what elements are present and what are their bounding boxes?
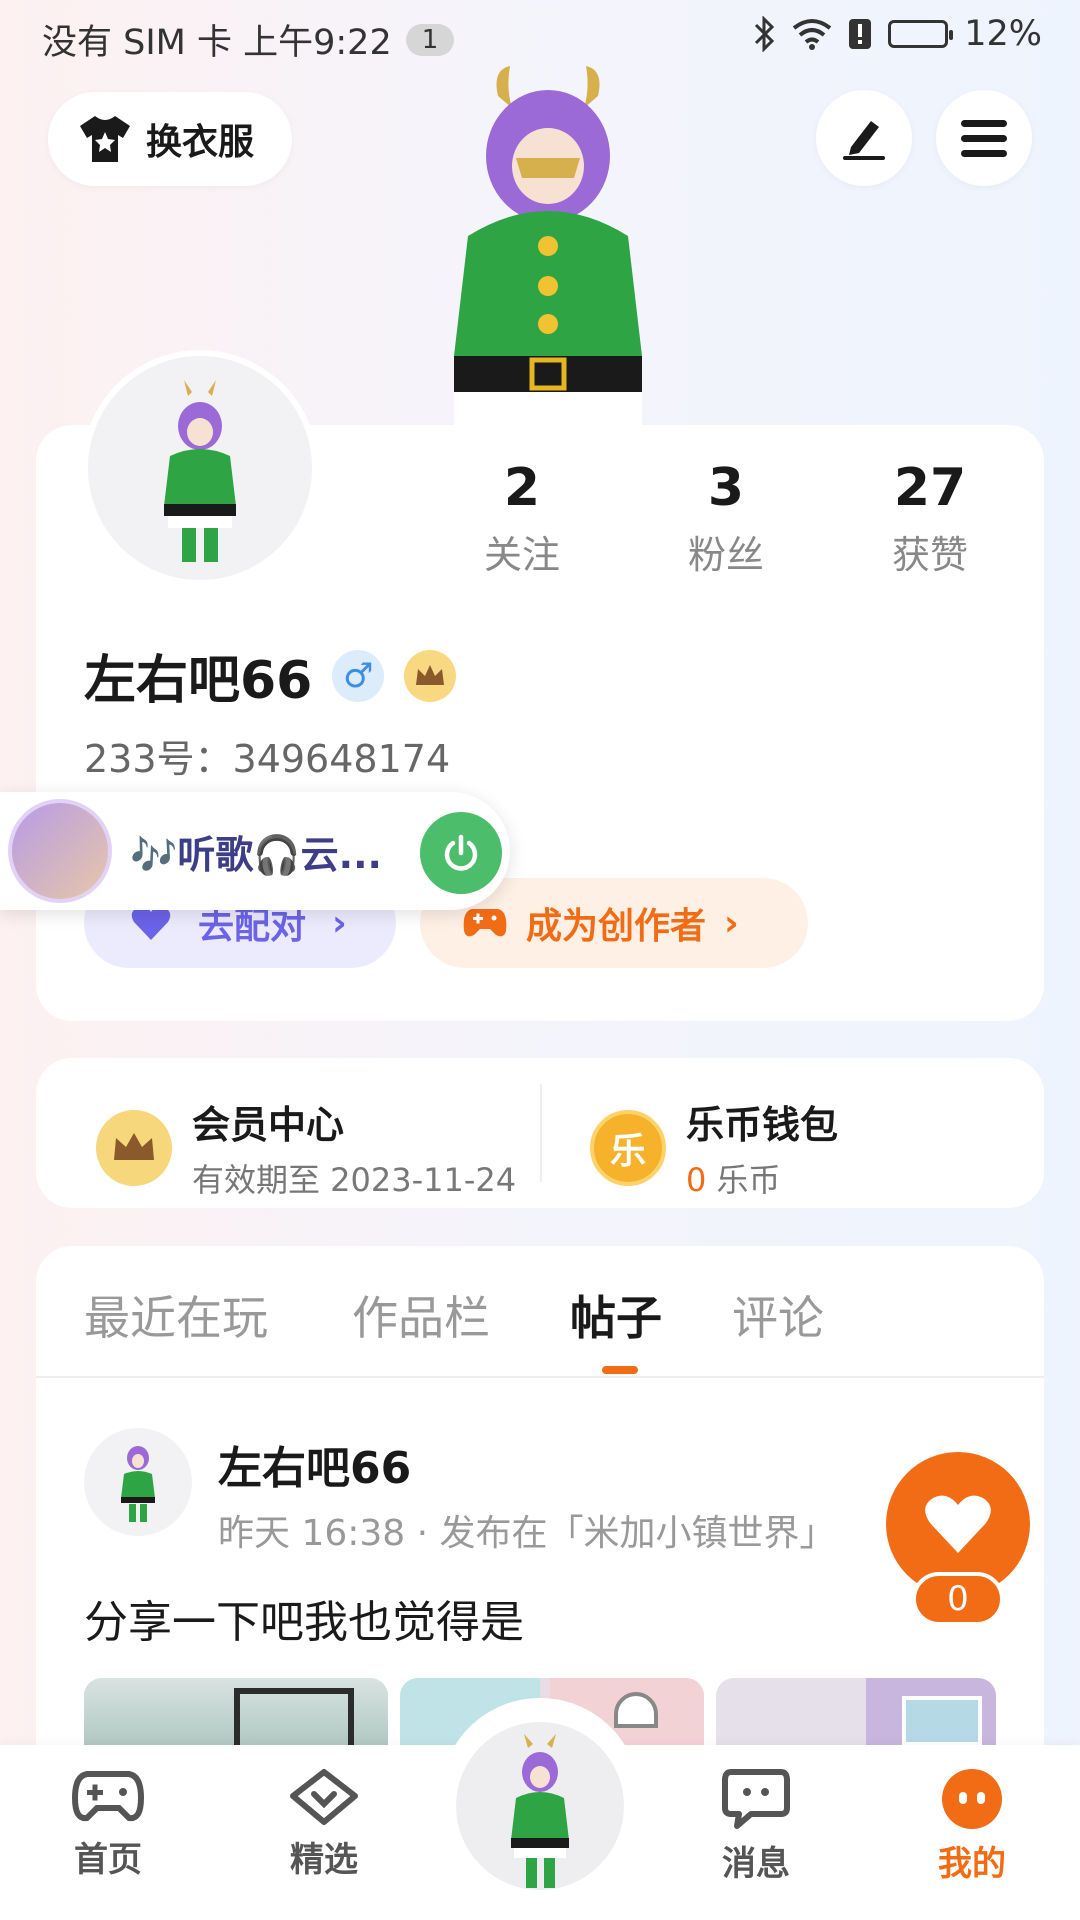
- tab-comments[interactable]: 评论: [732, 1282, 824, 1348]
- user-id: 233号：349648174: [84, 728, 450, 783]
- nav-messages[interactable]: 消息: [696, 1768, 816, 1885]
- following-stat[interactable]: 2 关注: [442, 458, 602, 579]
- like-count: 0: [912, 1572, 1004, 1626]
- male-gender-icon: ♂: [332, 649, 385, 702]
- wallet-divider: [540, 1084, 542, 1182]
- likes-count: 27: [893, 458, 967, 518]
- heart-icon: [925, 1495, 991, 1553]
- tab-divider: [36, 1376, 1044, 1378]
- chevron-right-icon: ›: [724, 902, 739, 944]
- crown-icon: [404, 649, 457, 702]
- gamepad-icon: [71, 1771, 145, 1822]
- edit-button[interactable]: [816, 90, 912, 186]
- pen-icon: [843, 121, 885, 160]
- username-row: 左右吧66 ♂: [84, 638, 457, 713]
- avatar[interactable]: [82, 350, 318, 586]
- tab-posts[interactable]: 帖子: [570, 1282, 662, 1348]
- notification-badge: 1: [405, 23, 455, 56]
- post-author-name[interactable]: 左右吧66: [218, 1432, 411, 1496]
- following-count: 2: [503, 458, 541, 518]
- power-icon: [444, 834, 478, 871]
- coin-wallet-title: 乐币钱包: [686, 1103, 839, 1147]
- followers-label: 粉丝: [687, 533, 764, 577]
- wifi-icon: [792, 19, 832, 50]
- following-label: 关注: [483, 533, 560, 577]
- active-tab-indicator: [602, 1366, 638, 1374]
- coin-wallet-entry[interactable]: 乐 乐币钱包 0 乐币: [590, 1094, 838, 1201]
- likes-label: 获赞: [891, 533, 968, 577]
- status-left: 没有 SIM 卡 上午9:22 1: [42, 14, 455, 65]
- user-id-label: 233号：: [84, 737, 233, 781]
- coin-unit: 乐币: [706, 1161, 781, 1199]
- post-meta: 昨天 16:38 · 发布在「米加小镇世界」: [218, 1513, 836, 1554]
- nav-me[interactable]: 我的: [912, 1768, 1032, 1885]
- game-controller-icon: [463, 909, 507, 937]
- vip-crown-icon: [96, 1109, 172, 1186]
- music-power-button[interactable]: [420, 812, 502, 894]
- nav-home[interactable]: 首页: [48, 1768, 168, 1881]
- tshirt-icon: [80, 116, 130, 162]
- profile-face-icon: [942, 1769, 1002, 1829]
- character-figure[interactable]: [428, 66, 668, 426]
- status-time-text: 没有 SIM 卡 上午9:22: [42, 23, 392, 63]
- nav-me-label: 我的: [938, 1844, 1006, 1884]
- coin-amount: 0: [686, 1161, 707, 1199]
- tab-recently-played[interactable]: 最近在玩: [84, 1282, 268, 1348]
- post-text[interactable]: 分享一下吧我也觉得是: [84, 1586, 524, 1650]
- coin-balance: 0 乐币: [686, 1155, 838, 1201]
- post-author-avatar[interactable]: [84, 1428, 192, 1536]
- hamburger-menu-icon: [961, 120, 1007, 157]
- music-status-text: 🎶听歌🎧云...: [130, 832, 382, 877]
- username: 左右吧66: [84, 651, 313, 711]
- change-outfit-label: 换衣服: [146, 122, 255, 163]
- change-outfit-button[interactable]: 换衣服: [48, 92, 292, 186]
- vip-center-title: 会员中心: [192, 1103, 345, 1147]
- heart-chat-icon: [290, 1769, 358, 1825]
- coin-icon: 乐: [590, 1109, 666, 1186]
- followers-stat[interactable]: 3 粉丝: [646, 458, 806, 579]
- vip-expiry: 有效期至 2023-11-24: [192, 1161, 517, 1199]
- bluetooth-icon: [755, 16, 775, 52]
- followers-count: 3: [707, 458, 745, 518]
- battery-icon: [888, 20, 954, 48]
- post-avatar-character-image: [121, 1446, 155, 1522]
- battery-percent: 12%: [964, 14, 1042, 54]
- menu-button[interactable]: [936, 90, 1032, 186]
- status-right: 12%: [752, 14, 1042, 54]
- tab-works[interactable]: 作品栏: [352, 1282, 490, 1348]
- avatar-character-image: [164, 380, 236, 562]
- center-character-image: [511, 1734, 569, 1888]
- music-avatar: [8, 799, 112, 903]
- likes-stat[interactable]: 27 获赞: [850, 458, 1010, 579]
- vip-center-entry[interactable]: 会员中心 有效期至 2023-11-24: [96, 1094, 516, 1201]
- message-icon: [722, 1769, 790, 1829]
- nav-center-avatar[interactable]: [456, 1722, 624, 1890]
- sim-alert-icon: [849, 19, 872, 49]
- nav-messages-label: 消息: [722, 1844, 790, 1884]
- user-id-value: 349648174: [232, 737, 451, 781]
- nav-home-label: 首页: [74, 1840, 142, 1880]
- nav-featured-label: 精选: [290, 1840, 358, 1880]
- nav-featured[interactable]: 精选: [264, 1768, 384, 1881]
- become-creator-label: 成为创作者: [526, 906, 707, 947]
